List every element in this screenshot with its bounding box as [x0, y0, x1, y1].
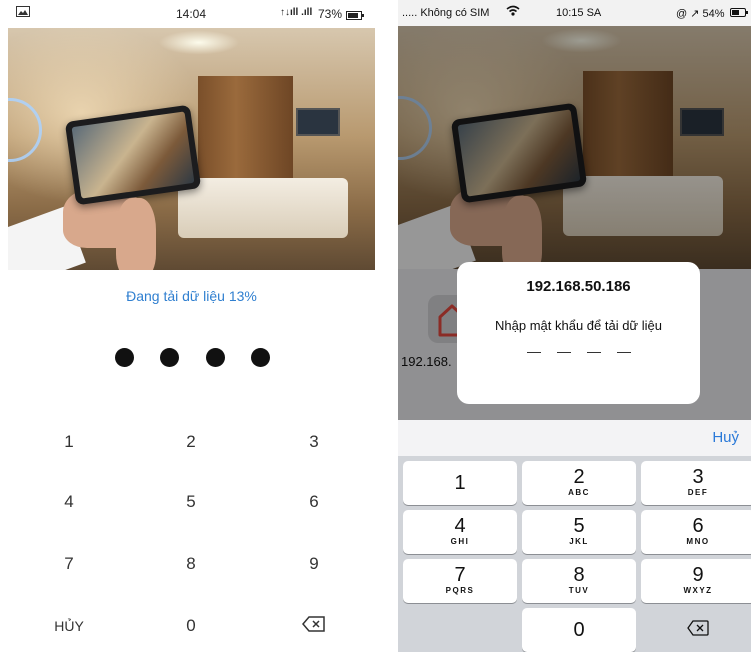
- pin-slot[interactable]: [617, 352, 631, 353]
- pin-dots: [8, 348, 375, 370]
- key-1[interactable]: 1: [29, 422, 109, 462]
- key-3[interactable]: 3: [274, 422, 354, 462]
- key-9[interactable]: 9: [274, 544, 354, 584]
- battery-icon: [346, 9, 364, 23]
- key-2[interactable]: 2: [151, 422, 231, 462]
- carrier-text: ..... Không có SIM: [402, 7, 490, 19]
- backspace-button[interactable]: [641, 608, 751, 652]
- keyboard-toolbar: Huỷ: [398, 420, 751, 456]
- pin-slot[interactable]: [527, 352, 541, 353]
- key-5[interactable]: 5 JKL: [522, 510, 636, 554]
- hero-photo: [8, 28, 375, 270]
- key-1[interactable]: 1: [403, 461, 517, 505]
- dialog-title: 192.168.50.186: [526, 278, 631, 295]
- key-5[interactable]: 5: [151, 482, 231, 522]
- pin-dot: [251, 348, 270, 367]
- cancel-button[interactable]: Huỷ: [712, 429, 739, 446]
- backspace-icon: [687, 619, 709, 641]
- key-8[interactable]: 8 TUV: [522, 559, 636, 603]
- key-2[interactable]: 2 ABC: [522, 461, 636, 505]
- pin-dot: [206, 348, 225, 367]
- status-bar: 14:04 ↑↓ıll .ıll 73%: [8, 0, 375, 28]
- cancel-button[interactable]: HỦY: [29, 606, 109, 646]
- status-bar: ..... Không có SIM 10:15 SA @ ↗ 54%: [398, 0, 751, 26]
- pin-slot[interactable]: [557, 352, 571, 353]
- signal-icon: ↑↓ıll .ıll: [280, 7, 313, 18]
- loading-progress: Đang tải dữ liệu 13%: [126, 288, 257, 304]
- key-8[interactable]: 8: [151, 544, 231, 584]
- key-6[interactable]: 6: [274, 482, 354, 522]
- wifi-icon: [506, 5, 520, 19]
- key-0[interactable]: 0: [522, 608, 636, 652]
- dialog-message: Nhập mật khẩu để tải dữ liệu: [495, 318, 662, 333]
- ios-password-screen: ..... Không có SIM 10:15 SA @ ↗ 54% 192.…: [398, 0, 751, 652]
- key-6[interactable]: 6 MNO: [641, 510, 751, 554]
- battery-percent: 73%: [318, 7, 343, 21]
- status-time: 14:04: [176, 7, 207, 21]
- numeric-keyboard: 1 2 ABC 3 DEF 4 GHI 5 JKL 6 MNO 7 PQRS 8 TUV 9W…: [398, 456, 751, 652]
- key-0[interactable]: 0: [151, 606, 231, 646]
- key-7[interactable]: 7: [29, 544, 109, 584]
- pin-dot: [160, 348, 179, 367]
- backspace-button[interactable]: [274, 606, 354, 646]
- battery-icon: [730, 8, 748, 20]
- password-dialog: 192.168.50.186 Nhập mật khẩu để tải dữ l…: [457, 262, 700, 404]
- image-icon: [16, 6, 30, 20]
- battery-percent: @ ↗ 54%: [676, 8, 725, 20]
- key-4[interactable]: 4 GHI: [403, 510, 517, 554]
- key-9[interactable]: 9 WXYZ: [641, 559, 751, 603]
- backspace-icon: [302, 615, 326, 637]
- pin-slot[interactable]: [587, 352, 601, 353]
- key-7[interactable]: 7 PQRS: [403, 559, 517, 603]
- android-pin-screen: 14:04 ↑↓ıll .ıll 73% Đang tải dữ liệu 13…: [8, 0, 375, 652]
- tablet-image: [64, 104, 202, 206]
- status-time: 10:15 SA: [556, 7, 602, 19]
- key-3[interactable]: 3 DEF: [641, 461, 751, 505]
- key-4[interactable]: 4: [29, 482, 109, 522]
- pin-dot: [115, 348, 134, 367]
